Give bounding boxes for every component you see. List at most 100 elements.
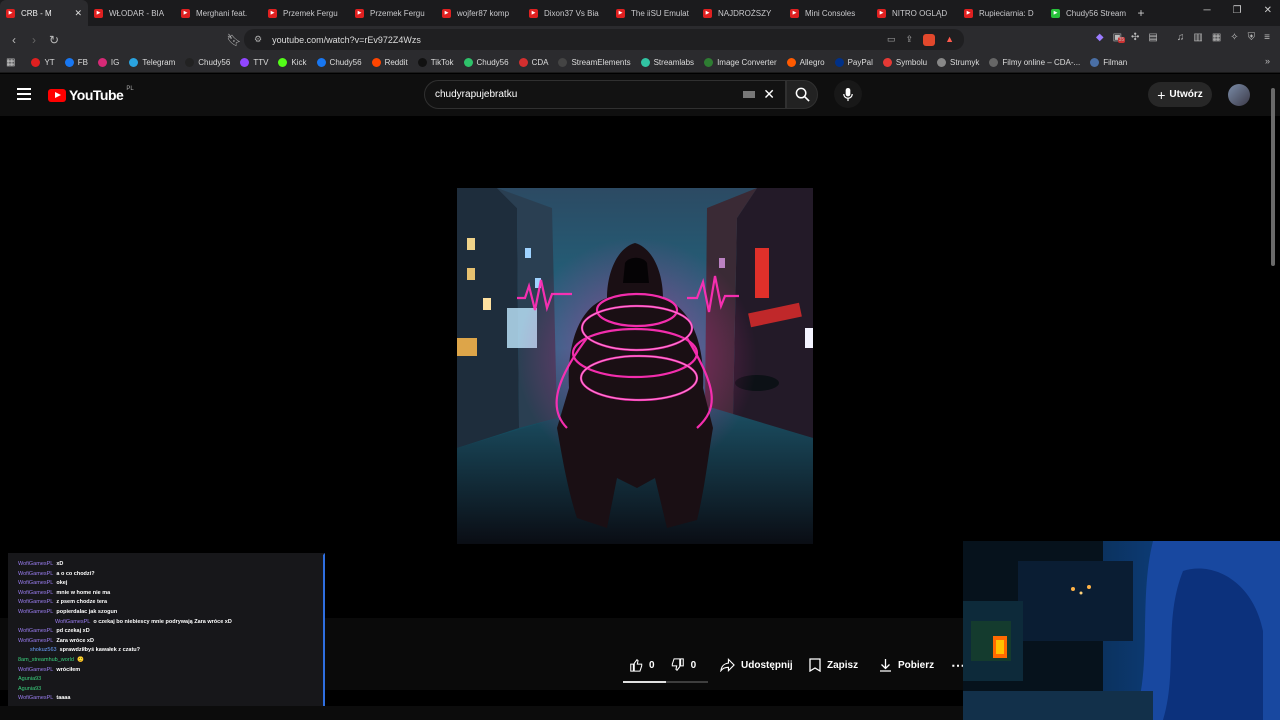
bookmarks-overflow-icon[interactable]: » <box>1265 56 1270 66</box>
bookmark-item[interactable]: Telegram <box>129 58 175 67</box>
bookmark-label: StreamElements <box>571 58 631 67</box>
browser-tab[interactable]: ▶ CRB - M ✕ <box>0 0 88 26</box>
keyboard-icon[interactable] <box>743 91 756 98</box>
microphone-icon <box>843 87 853 101</box>
page-scrollbar[interactable] <box>1271 88 1275 266</box>
thumbs-up-icon <box>630 658 643 672</box>
extension-diamond-icon[interactable]: ◆ <box>1096 32 1104 43</box>
reading-mode-icon[interactable]: ▤ <box>1148 32 1157 43</box>
extension-badge-icon[interactable]: ▣35 <box>1113 32 1126 43</box>
thumbs-down-icon <box>671 658 684 672</box>
dislike-button[interactable]: 0 <box>667 658 701 672</box>
site-info-icon[interactable]: ⚙ <box>254 34 262 45</box>
bookmark-item[interactable]: Streamlabs <box>640 58 694 67</box>
main-menu-icon[interactable]: ≡ <box>1264 32 1270 43</box>
puzzle-icon[interactable]: ✣ <box>1131 32 1139 43</box>
new-tab-button[interactable]: + <box>1132 6 1150 20</box>
leo-icon[interactable]: ✧ <box>1230 32 1238 43</box>
youtube-logo[interactable]: YouTube PL <box>48 86 134 103</box>
video-thumbnail-art[interactable] <box>457 188 813 544</box>
browser-tab[interactable]: ▶ The iiSU Emulat <box>610 0 697 26</box>
reload-icon[interactable]: ↻ <box>44 33 64 47</box>
webcam-scene <box>963 541 1280 720</box>
search-input[interactable]: chudyrapujebratku <box>435 89 517 100</box>
chat-username: Agunia93 <box>18 676 42 683</box>
brave-rewards-icon[interactable]: ▲ <box>945 34 954 46</box>
apps-grid-icon[interactable]: ▦ <box>6 57 15 68</box>
browser-tab[interactable]: ▶ Mini Consoles <box>784 0 871 26</box>
chat-message: shokuz563 sprawdziłbyś kawałek z czatu? <box>30 647 140 653</box>
save-button[interactable]: Zapisz <box>809 654 858 676</box>
window-controls: ─ ❐ ✕ <box>1204 5 1272 16</box>
browser-tab[interactable]: ▶ Merghani feat. <box>175 0 262 26</box>
download-button[interactable]: Pobierz <box>879 654 934 676</box>
browser-tab[interactable]: ▶ Chudy56 Stream <box>1045 0 1132 26</box>
bookmark-item[interactable]: TikTok <box>417 58 454 67</box>
restore-icon[interactable]: ❐ <box>1233 5 1242 16</box>
download-icon <box>880 659 891 672</box>
brave-shield-icon[interactable] <box>923 33 936 46</box>
chat-username: WofiGamesPL <box>18 599 54 606</box>
share-button[interactable]: Udostępnij <box>720 654 793 676</box>
share-page-icon[interactable]: ⇪ <box>906 34 914 46</box>
bookmark-item[interactable]: Symbolu <box>882 58 927 67</box>
bookmark-item[interactable]: Allegro <box>786 58 825 67</box>
browser-tab-strip: ▶ CRB - M ✕ ▶ WŁODAR - BIA ▶ Merghani feat. ▶ Pr… <box>0 0 1280 26</box>
music-icon[interactable]: ♫ <box>1177 32 1185 43</box>
browser-tab-title: WŁODAR - BIA <box>109 8 165 18</box>
bookmark-item[interactable]: Reddit <box>371 58 408 67</box>
avatar[interactable] <box>1228 84 1250 106</box>
search-button[interactable] <box>786 80 818 109</box>
youtube-play-icon <box>48 88 66 102</box>
browser-tab[interactable]: ▶ Przemek Fergu <box>262 0 349 26</box>
like-button[interactable]: 0 <box>623 658 661 672</box>
bookmark-page-icon[interactable]: 🔖︎ <box>224 33 244 47</box>
voice-search-button[interactable] <box>834 80 862 108</box>
youtube-wordmark: YouTube <box>69 87 124 103</box>
bookmark-favicon-icon <box>882 58 892 67</box>
browser-tab[interactable]: ▶ NAJDROŻSZY <box>697 0 784 26</box>
sidebar-icon[interactable]: ▥ <box>1193 32 1202 43</box>
bookmark-item[interactable]: TTV <box>240 58 268 67</box>
address-bar[interactable]: ⚙ youtube.com/watch?v=rEv972Z4Wzs ▭ ⇪ ▲ <box>244 29 964 50</box>
bookmark-item[interactable]: CDA <box>518 58 548 67</box>
bookmark-item[interactable]: Kick <box>278 58 307 67</box>
bookmark-item[interactable]: YT <box>31 58 55 67</box>
bookmark-favicon-icon <box>417 58 427 67</box>
minimize-icon[interactable]: ─ <box>1204 5 1211 16</box>
browser-tab[interactable]: ▶ wojfer87 komp <box>436 0 523 26</box>
browser-tab[interactable]: ▶ Dixon37 Vs Bia <box>523 0 610 26</box>
browser-tab[interactable]: ▶ WŁODAR - BIA <box>88 0 175 26</box>
forward-icon[interactable]: › <box>24 33 44 47</box>
search-box[interactable]: chudyrapujebratku ✕ <box>424 80 786 109</box>
youtube-favicon-icon: ▶ <box>6 8 15 18</box>
bookmark-item[interactable]: StreamElements <box>558 58 631 67</box>
close-tab-icon[interactable]: ✕ <box>74 8 82 19</box>
bookmark-item[interactable]: PayPal <box>834 58 873 67</box>
bookmark-item[interactable]: Filmy online – CDA-... <box>989 58 1080 67</box>
create-button[interactable]: + Utwórz <box>1148 82 1212 107</box>
bookmark-item[interactable]: Chudy56 <box>185 58 230 67</box>
browser-tab-title: Merghani feat. <box>196 8 248 18</box>
bookmark-item[interactable]: IG <box>97 58 119 67</box>
bookmark-item[interactable]: FB <box>64 58 88 67</box>
cast-icon[interactable]: ▭ <box>887 34 896 46</box>
hamburger-menu-icon[interactable] <box>17 88 31 100</box>
close-window-icon[interactable]: ✕ <box>1264 5 1272 16</box>
bookmark-item[interactable]: Chudy56 <box>316 58 362 67</box>
browser-tab[interactable]: ▶ Rupieciarnia: D <box>958 0 1045 26</box>
bookmark-favicon-icon <box>278 58 288 67</box>
clear-search-icon[interactable]: ✕ <box>763 86 775 103</box>
vpn-icon[interactable]: ⛨ <box>1248 32 1256 43</box>
chat-message: WofiGamesPL mnie w home nie ma <box>18 590 110 596</box>
bookmark-item[interactable]: Strumyk <box>937 58 979 67</box>
chat-message: WofiGamesPL o czekaj bo niebiescy mnie po… <box>55 619 232 625</box>
back-icon[interactable]: ‹ <box>4 33 24 47</box>
browser-tab[interactable]: ▶ NITRO OGLĄD <box>871 0 958 26</box>
bookmark-item[interactable]: Chudy56 <box>463 58 509 67</box>
bookmark-item[interactable]: Filman <box>1090 58 1127 67</box>
wallet-icon[interactable]: ▦ <box>1212 32 1221 43</box>
browser-tab[interactable]: ▶ Przemek Fergu <box>349 0 436 26</box>
download-label: Pobierz <box>898 659 935 671</box>
bookmark-item[interactable]: Image Converter <box>704 58 777 67</box>
